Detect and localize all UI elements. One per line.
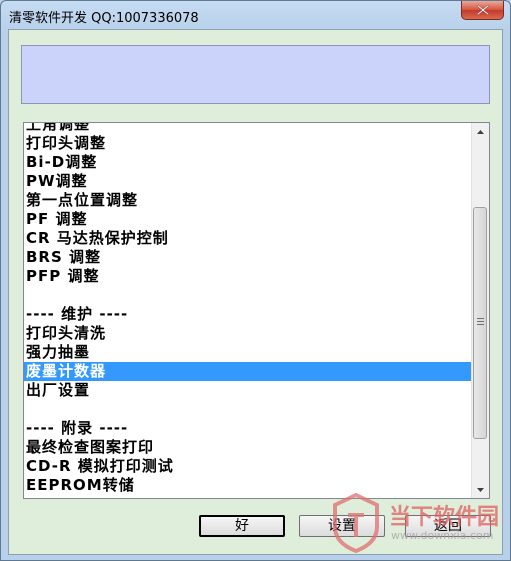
- ok-button[interactable]: 好: [199, 515, 285, 537]
- list-item[interactable]: PF 调整: [24, 210, 473, 229]
- list-item[interactable]: ---- 附录 ----: [24, 419, 473, 438]
- title-bar[interactable]: 清零软件开发 QQ:1007336078: [1, 1, 510, 29]
- info-display-box: [21, 45, 490, 104]
- close-button[interactable]: [461, 1, 504, 20]
- list-item[interactable]: BRS 调整: [24, 248, 473, 267]
- window-title: 清零软件开发 QQ:1007336078: [9, 11, 199, 26]
- list-items-container: 上角调整 打印头调整 Bi-D调整 PW调整 第一点位置调整 PF 调整 CR 马达热保护控…: [24, 123, 473, 495]
- list-item[interactable]: PW调整: [24, 172, 473, 191]
- scroll-up-button[interactable]: [472, 123, 489, 140]
- watermark-shield-icon: [333, 493, 379, 553]
- watermark-logo: 当下软件园 www.downxia.com: [331, 491, 511, 559]
- list-item[interactable]: 强力抽墨: [24, 343, 473, 362]
- vertical-scrollbar[interactable]: [471, 123, 489, 498]
- watermark-text: 当下软件园: [389, 505, 500, 530]
- close-icon: [477, 5, 489, 15]
- arrow-up-icon: [477, 129, 484, 134]
- list-item[interactable]: Bi-D调整: [24, 153, 473, 172]
- list-item[interactable]: CD-R 模拟打印测试: [24, 457, 473, 476]
- list-item[interactable]: 上角调整: [24, 123, 473, 134]
- app-window: 清零软件开发 QQ:1007336078 上角调整 打印头调整 Bi-D调整 PW调整…: [0, 0, 511, 561]
- list-item[interactable]: CR 马达热保护控制: [24, 229, 473, 248]
- grip-icon: [477, 318, 484, 325]
- list-item[interactable]: 出厂设置: [24, 381, 473, 400]
- list-item[interactable]: 废墨计数器: [24, 362, 473, 381]
- list-item[interactable]: PFP 调整: [24, 267, 473, 286]
- watermark-url: www.downxia.com: [391, 529, 494, 542]
- list-item[interactable]: 打印头清洗: [24, 324, 473, 343]
- list-spacer[interactable]: [24, 400, 473, 419]
- list-item[interactable]: ---- 维护 ----: [24, 305, 473, 324]
- list-item[interactable]: 第一点位置调整: [24, 191, 473, 210]
- scroll-thumb[interactable]: [473, 207, 487, 439]
- list-item[interactable]: 最终检查图案打印: [24, 438, 473, 457]
- dialog-client-area: 上角调整 打印头调整 Bi-D调整 PW调整 第一点位置调整 PF 调整 CR 马达热保护控…: [8, 29, 503, 555]
- list-item[interactable]: 打印头调整: [24, 134, 473, 153]
- function-listbox[interactable]: 上角调整 打印头调整 Bi-D调整 PW调整 第一点位置调整 PF 调整 CR 马达热保护控…: [23, 122, 490, 499]
- list-spacer[interactable]: [24, 286, 473, 305]
